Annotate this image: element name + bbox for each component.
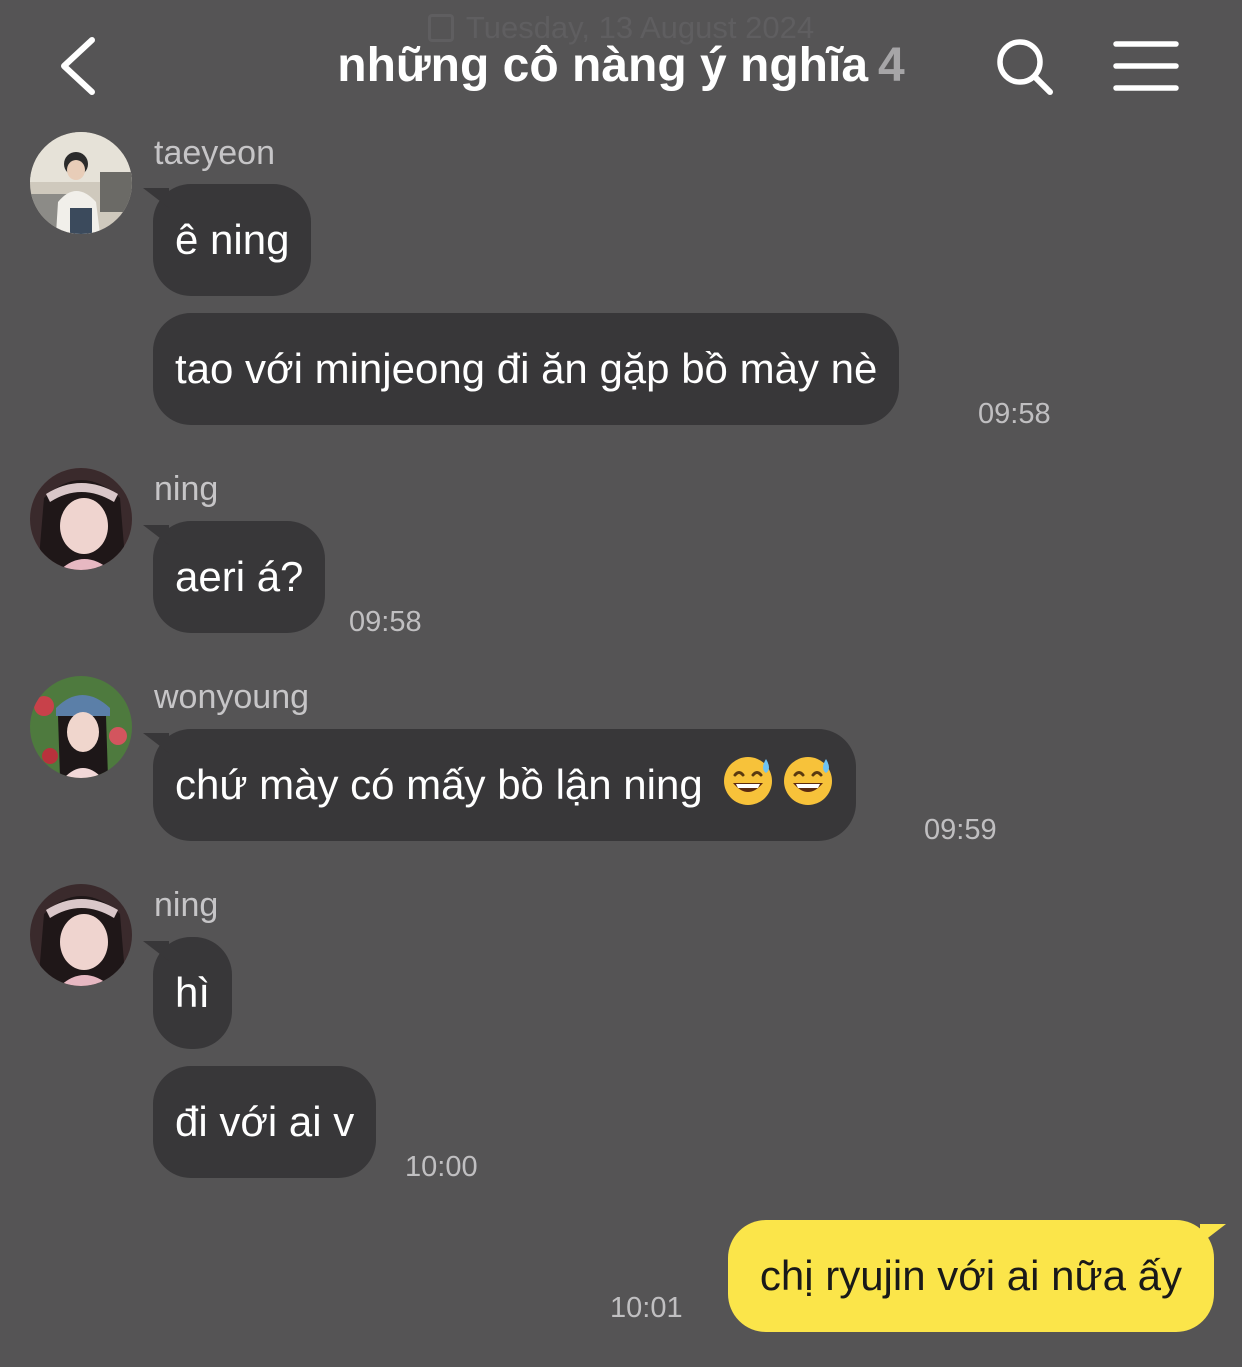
avatar-photo <box>30 884 132 986</box>
sender-name: wonyoung <box>154 678 310 716</box>
my-message-bubble[interactable]: chị ryujin với ai nữa ấy <box>727 1220 1214 1332</box>
message-text: chứ mày có mấy bồ lận ning <box>175 761 703 808</box>
message-timestamp: 10:01 <box>610 1292 683 1324</box>
message-bubble[interactable]: aeri á? <box>153 521 326 633</box>
search-button[interactable] <box>994 36 1056 98</box>
avatar-photo <box>30 468 132 570</box>
message-timestamp: 09:58 <box>978 398 1051 430</box>
grinning-face-with-sweat-emoji <box>724 757 773 805</box>
chat-header: những cô nàng ý nghĩa 4 <box>0 0 1242 130</box>
chat-title-text: những cô nàng ý nghĩa <box>337 39 869 92</box>
avatar-ning[interactable] <box>30 884 132 986</box>
sender-name: ning <box>154 886 219 924</box>
back-button[interactable] <box>54 34 104 98</box>
menu-button[interactable] <box>1112 38 1180 94</box>
search-icon <box>997 39 1053 95</box>
chevron-left-icon <box>61 37 95 95</box>
member-count: 4 <box>878 39 905 92</box>
message-timestamp: 09:58 <box>349 606 422 638</box>
avatar-wonyoung[interactable] <box>30 676 132 778</box>
grinning-face-with-sweat-emoji <box>784 757 833 805</box>
message-bubble[interactable]: chứ mày có mấy bồ lận ning <box>153 729 857 841</box>
message-bubble[interactable]: đi với ai v <box>153 1066 377 1178</box>
message-bubble[interactable]: ê ning <box>153 184 312 296</box>
hamburger-menu-icon <box>1113 41 1179 91</box>
avatar-photo <box>30 676 132 778</box>
sender-name: ning <box>154 470 219 508</box>
message-bubble[interactable]: hì <box>153 937 233 1049</box>
avatar-photo <box>30 132 132 234</box>
message-timestamp: 09:59 <box>924 814 997 846</box>
sender-name: taeyeon <box>154 134 275 172</box>
message-bubble[interactable]: tao với minjeong đi ăn gặp bồ mày nè <box>153 313 900 425</box>
message-timestamp: 10:00 <box>405 1151 478 1183</box>
avatar-taeyeon[interactable] <box>30 132 132 234</box>
avatar-ning[interactable] <box>30 468 132 570</box>
